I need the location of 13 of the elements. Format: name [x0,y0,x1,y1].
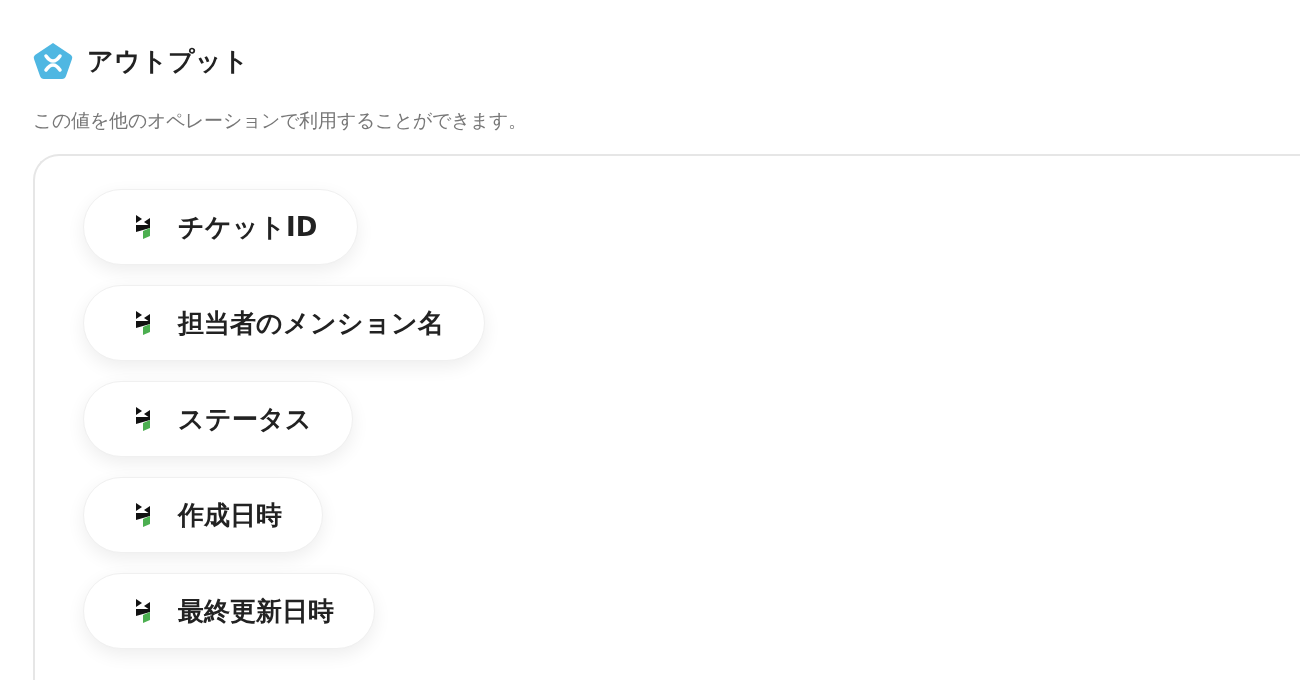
output-chip[interactable]: ステータス [83,381,353,457]
output-chip[interactable]: 担当者のメンション名 [83,285,485,361]
output-chip[interactable]: 最終更新日時 [83,573,375,649]
section-title: アウトプット [87,44,249,78]
output-chip[interactable]: チケットID [83,189,359,265]
output-chip[interactable]: 作成日時 [83,477,323,553]
pentagon-x-icon [33,42,73,80]
app-logo-icon [134,310,152,336]
app-logo-icon [134,502,152,528]
app-logo-icon [134,406,152,432]
app-logo-icon [134,214,152,240]
app-logo-icon [134,598,152,624]
section-description: この値を他のオペレーションで利用することができます。 [33,108,528,133]
